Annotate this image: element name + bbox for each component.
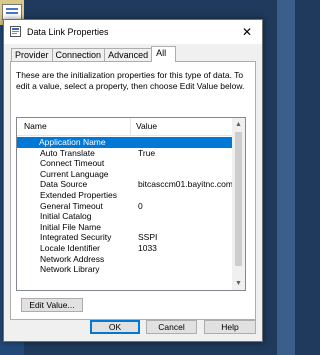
property-value: 1033 bbox=[138, 242, 157, 253]
property-name: Initial Catalog bbox=[40, 211, 92, 222]
table-row[interactable]: Integrated Security SSPI bbox=[17, 232, 232, 243]
property-name: General Timeout bbox=[40, 200, 103, 211]
property-name: Integrated Security bbox=[40, 232, 112, 243]
tab-connection[interactable]: Connection bbox=[51, 48, 106, 62]
property-name: Network Library bbox=[40, 264, 100, 275]
property-name: Data Source bbox=[40, 179, 88, 190]
ok-button[interactable]: OK bbox=[90, 320, 140, 334]
property-name: Locale Identifier bbox=[40, 242, 101, 253]
tab-advanced[interactable]: Advanced bbox=[104, 48, 153, 62]
table-row[interactable]: Current Language bbox=[17, 169, 232, 180]
tab-all[interactable]: All bbox=[151, 46, 177, 62]
property-name: Application Name bbox=[39, 137, 106, 147]
table-row[interactable]: Data Source bitcasccm01.bayitnc.com bbox=[17, 179, 233, 190]
list-header: Name Value bbox=[17, 118, 232, 136]
tab-strip: Provider Connection Advanced All bbox=[11, 46, 177, 62]
list-rows: Application Name Auto Translate True Connec… bbox=[17, 137, 233, 275]
properties-list[interactable]: Name Value Application Name Auto Translat… bbox=[16, 117, 246, 291]
tab-provider[interactable]: Provider bbox=[11, 48, 53, 62]
property-name: Current Language bbox=[40, 168, 109, 179]
help-button[interactable]: Help bbox=[204, 320, 256, 334]
table-row[interactable]: Connect Timeout bbox=[17, 158, 232, 169]
table-row[interactable]: Network Library bbox=[17, 264, 232, 275]
column-header-name[interactable]: Name bbox=[24, 118, 131, 135]
data-link-properties-dialog: Data Link Properties ✕ Provider Connecti… bbox=[3, 19, 263, 342]
property-name: Network Address bbox=[40, 253, 105, 264]
table-row[interactable]: General Timeout 0 bbox=[17, 201, 232, 212]
table-row[interactable]: Locale Identifier 1033 bbox=[17, 243, 232, 254]
table-row[interactable]: Network Address bbox=[17, 254, 232, 265]
edit-value-button[interactable]: Edit Value... bbox=[21, 298, 83, 312]
column-header-value[interactable]: Value bbox=[136, 118, 157, 135]
table-row[interactable]: Initial File Name bbox=[17, 222, 232, 233]
property-value: bitcasccm01.bayitnc.com bbox=[138, 179, 233, 190]
window-title: Data Link Properties bbox=[27, 27, 109, 37]
vertical-scrollbar[interactable]: ▲ ▼ bbox=[232, 118, 245, 290]
table-row[interactable]: Application Name bbox=[17, 137, 232, 148]
desktop-file-icon[interactable] bbox=[2, 4, 22, 20]
table-row[interactable]: Extended Properties bbox=[17, 190, 232, 201]
property-value: SSPI bbox=[138, 232, 158, 243]
scroll-up-icon[interactable]: ▲ bbox=[232, 118, 245, 131]
close-icon[interactable]: ✕ bbox=[232, 20, 262, 44]
cancel-button[interactable]: Cancel bbox=[146, 320, 197, 334]
property-value: True bbox=[138, 147, 156, 158]
scroll-thumb[interactable] bbox=[235, 132, 242, 266]
property-name: Connect Timeout bbox=[40, 158, 105, 169]
instructions-text: These are the initialization properties … bbox=[16, 70, 245, 91]
data-link-icon bbox=[10, 26, 21, 37]
property-value: 0 bbox=[138, 200, 143, 211]
property-name: Initial File Name bbox=[40, 221, 101, 232]
table-row[interactable]: Auto Translate True bbox=[17, 148, 232, 159]
property-name: Auto Translate bbox=[40, 147, 95, 158]
table-row[interactable]: Initial Catalog bbox=[17, 211, 232, 222]
property-name: Extended Properties bbox=[40, 189, 118, 200]
scroll-down-icon[interactable]: ▼ bbox=[232, 277, 245, 290]
desktop-background-right bbox=[277, 0, 295, 355]
title-bar[interactable]: Data Link Properties ✕ bbox=[4, 20, 262, 44]
